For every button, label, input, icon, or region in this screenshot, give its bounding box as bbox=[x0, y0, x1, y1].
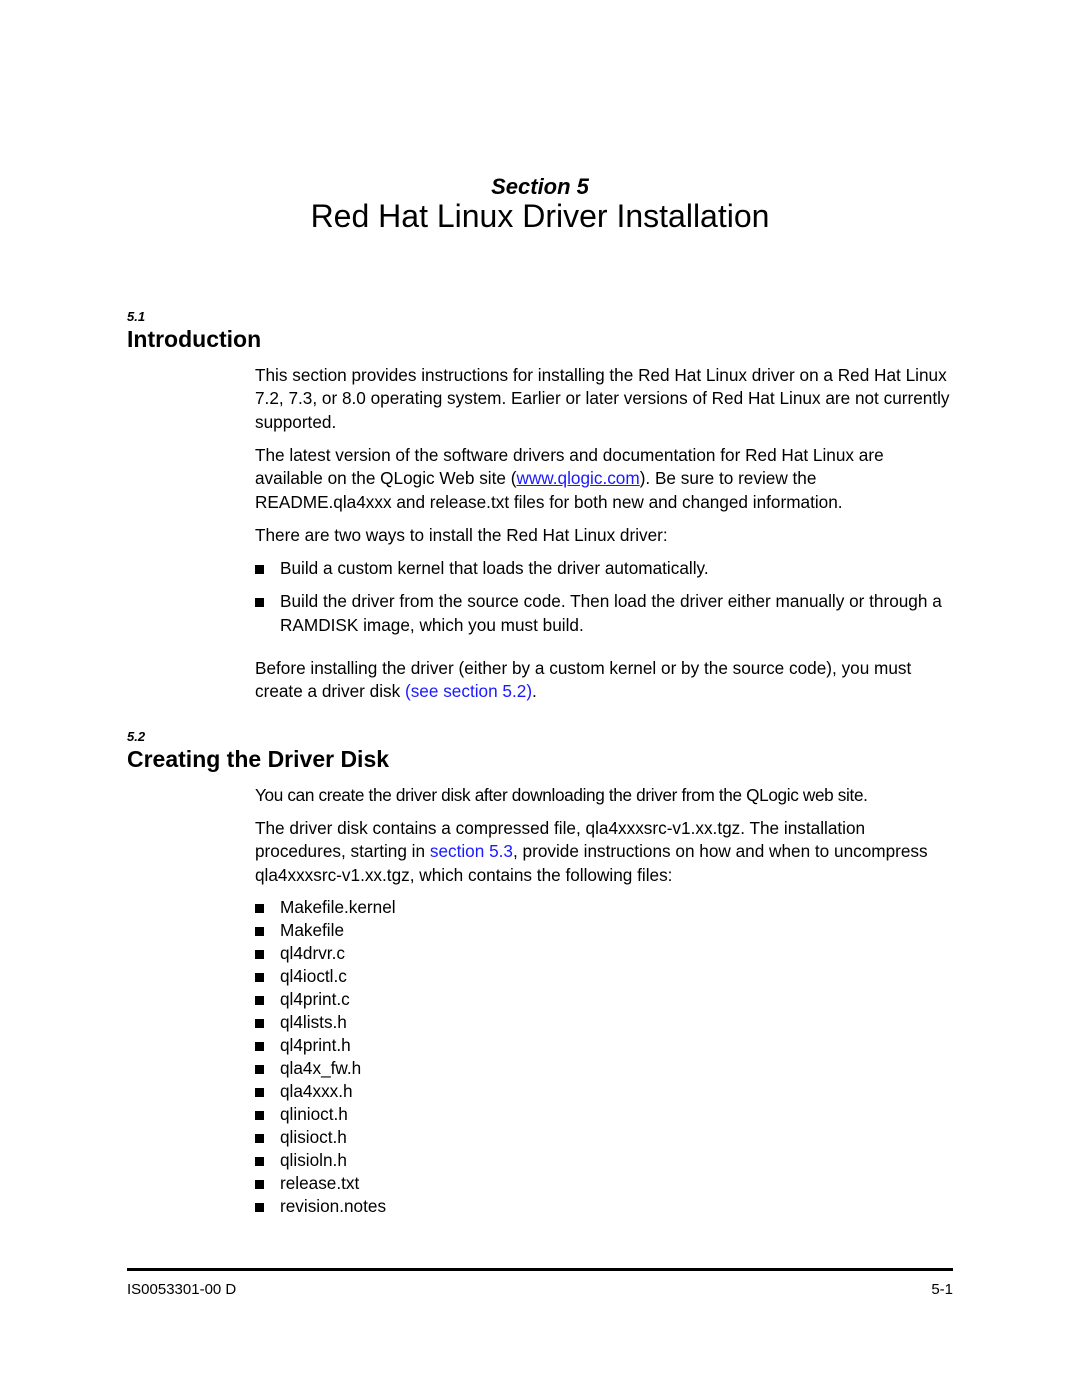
list-item: Build a custom kernel that loads the dri… bbox=[255, 557, 955, 580]
list-item-text: Build a custom kernel that loads the dri… bbox=[280, 558, 709, 578]
bullet-icon bbox=[255, 1042, 264, 1051]
bullet-icon bbox=[255, 1180, 264, 1189]
page-title: Red Hat Linux Driver Installation bbox=[310, 198, 770, 234]
file-list-item: ql4drvr.c bbox=[255, 942, 955, 965]
bullet-icon bbox=[255, 996, 264, 1005]
bullet-icon bbox=[255, 598, 264, 608]
footer-divider bbox=[127, 1268, 953, 1271]
file-list-item: ql4ioctl.c bbox=[255, 965, 955, 988]
bullet-icon bbox=[255, 950, 264, 959]
bullet-icon bbox=[255, 1065, 264, 1074]
file-list-item: ql4print.c bbox=[255, 988, 955, 1011]
list-item: Build the driver from the source code. T… bbox=[255, 590, 955, 637]
footer-page-number: 5-1 bbox=[931, 1281, 953, 1298]
file-list-item: ql4print.h bbox=[255, 1034, 955, 1057]
bullet-icon bbox=[255, 1088, 264, 1097]
file-name: qlisioct.h bbox=[280, 1127, 347, 1147]
file-name: ql4print.c bbox=[280, 989, 350, 1009]
file-list-item: qlisioln.h bbox=[255, 1149, 955, 1172]
file-name: ql4print.h bbox=[280, 1035, 351, 1055]
file-list-item: release.txt bbox=[255, 1172, 955, 1195]
footer-document-id: IS0053301-00 D bbox=[127, 1281, 237, 1298]
file-name: release.txt bbox=[280, 1173, 360, 1193]
bullet-icon bbox=[255, 1203, 264, 1212]
bullet-icon bbox=[255, 927, 264, 936]
qlogic-website-link[interactable]: www.qlogic.com bbox=[516, 468, 639, 488]
paragraph-text: Before installing the driver (either by … bbox=[255, 658, 912, 702]
intro-paragraph-2: The latest version of the software drive… bbox=[255, 444, 955, 514]
file-name: qla4x_fw.h bbox=[280, 1058, 362, 1078]
bullet-icon bbox=[255, 1019, 264, 1028]
file-name: qlinioct.h bbox=[280, 1104, 348, 1124]
see-section-5-2-link[interactable]: (see section 5.2) bbox=[405, 681, 532, 701]
file-name: ql4drvr.c bbox=[280, 943, 345, 963]
file-list-item: qla4x_fw.h bbox=[255, 1057, 955, 1080]
bullet-icon bbox=[255, 565, 264, 574]
section-label: Section 5 bbox=[491, 174, 589, 199]
section-5-3-link[interactable]: section 5.3 bbox=[430, 841, 513, 861]
bullet-icon bbox=[255, 973, 264, 982]
intro-paragraph-1: This section provides instructions for i… bbox=[255, 365, 950, 432]
file-name: ql4ioctl.c bbox=[280, 966, 347, 986]
bullet-icon bbox=[255, 904, 264, 913]
bullet-icon bbox=[255, 1111, 264, 1120]
file-list-item: qla4xxx.h bbox=[255, 1080, 955, 1103]
section-heading-creating-driver-disk: Creating the Driver Disk bbox=[127, 746, 390, 772]
file-name: revision.notes bbox=[280, 1196, 387, 1216]
driver-disk-paragraph-1: You can create the driver disk after dow… bbox=[255, 785, 868, 805]
file-name: qlisioln.h bbox=[280, 1150, 347, 1170]
file-list: Makefile.kernel Makefile ql4drvr.c ql4ioctl… bbox=[255, 896, 955, 1218]
file-list-item: qlisioct.h bbox=[255, 1126, 955, 1149]
bullet-icon bbox=[255, 1157, 264, 1166]
section-number: 5.2 bbox=[127, 729, 146, 744]
driver-disk-paragraph-2: The driver disk contains a compressed fi… bbox=[255, 817, 955, 887]
section-number: 5.1 bbox=[127, 309, 146, 324]
file-name: Makefile bbox=[280, 920, 344, 940]
file-name: Makefile.kernel bbox=[280, 897, 396, 917]
paragraph-text: . bbox=[532, 681, 537, 702]
file-name: qla4xxx.h bbox=[280, 1081, 353, 1101]
list-item-text: Build the driver from the source code. T… bbox=[280, 591, 942, 635]
section-heading-introduction: Introduction bbox=[127, 326, 262, 352]
bullet-icon bbox=[255, 1134, 264, 1143]
intro-closing-paragraph: Before installing the driver (either by … bbox=[255, 657, 955, 704]
file-list-item: qlinioct.h bbox=[255, 1103, 955, 1126]
file-list-item: Makefile bbox=[255, 919, 955, 942]
install-methods-list: Build a custom kernel that loads the dri… bbox=[255, 557, 955, 647]
file-list-item: revision.notes bbox=[255, 1195, 955, 1218]
intro-paragraph-3: There are two ways to install the Red Ha… bbox=[255, 525, 668, 545]
file-list-item: ql4lists.h bbox=[255, 1011, 955, 1034]
file-list-item: Makefile.kernel bbox=[255, 896, 955, 919]
file-name: ql4lists.h bbox=[280, 1012, 347, 1032]
